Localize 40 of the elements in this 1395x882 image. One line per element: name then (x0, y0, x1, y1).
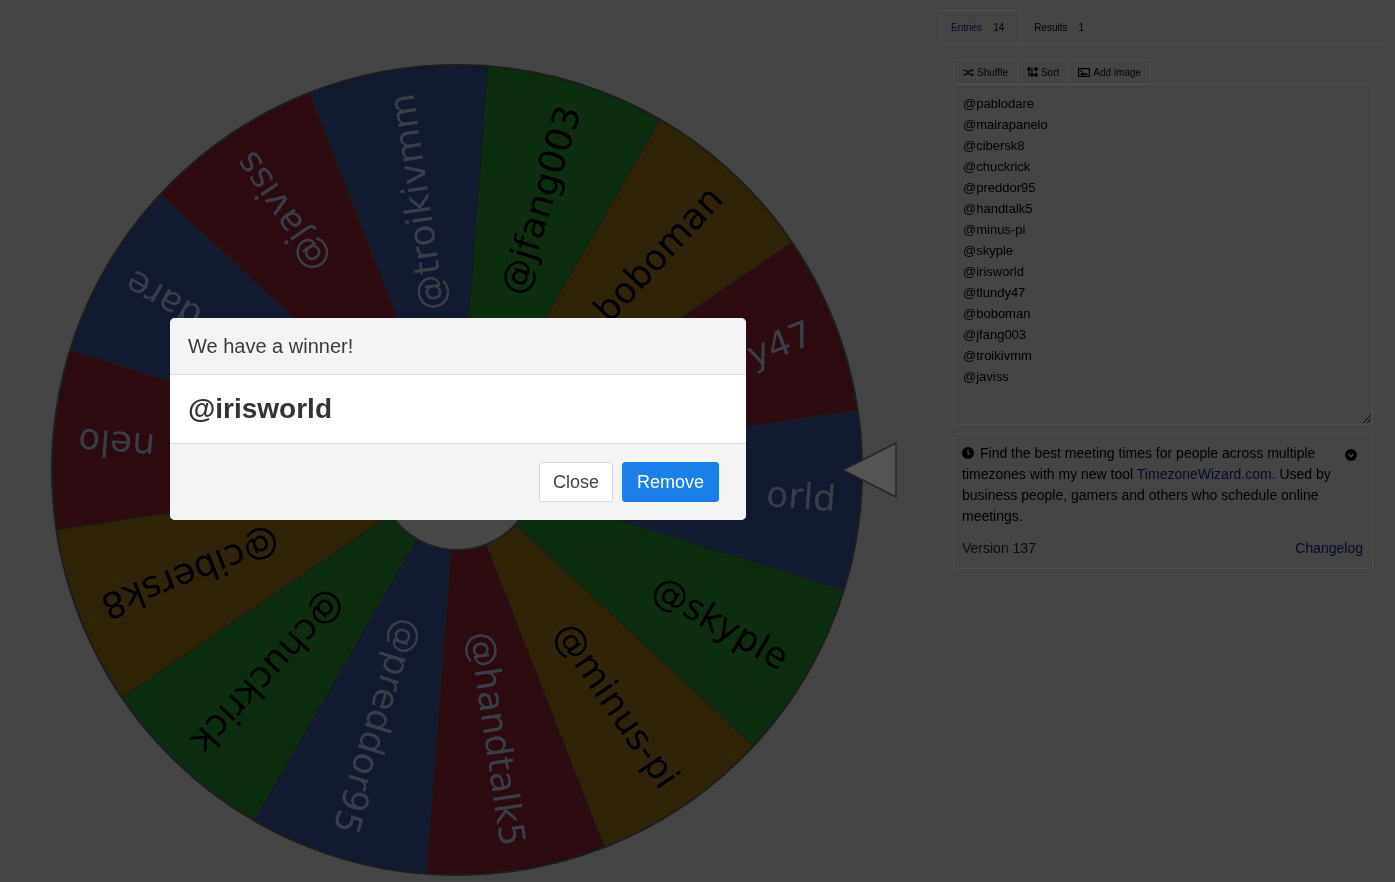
entry-text: @mairapanelo (963, 116, 1048, 134)
entry-text: @minus-pi (963, 221, 1026, 239)
notice-link[interactable]: TimezoneWizard.com (1136, 466, 1272, 482)
entry-text: @javiss (963, 368, 1009, 386)
segment-label: y47 (740, 312, 819, 376)
resize-handle-icon[interactable] (1362, 414, 1371, 423)
version-text: Version 137 (962, 539, 1036, 558)
entry-text: @preddor95 (963, 179, 1036, 197)
entry-text: @irisworld (963, 263, 1024, 281)
entry-text: @troikivmm (963, 347, 1032, 365)
toolbar-button[interactable]: Add image (1068, 60, 1152, 84)
entry-text: @skyple (963, 242, 1014, 260)
winner-name: @irisworld (188, 392, 332, 426)
entry-text: @cibersk8 (963, 137, 1025, 155)
tab[interactable]: Results 1 (1021, 10, 1100, 45)
tab-count: 14 (993, 21, 1005, 35)
chevron-down-icon[interactable] (1345, 449, 1357, 461)
changelog-link[interactable]: Changelog (1295, 538, 1363, 559)
dialog-title: We have a winner! (188, 334, 354, 359)
close-button[interactable]: Close (538, 462, 613, 502)
entry-text: @jfang003 (963, 326, 1027, 344)
entry-text: @pablodare (963, 95, 1035, 113)
image-icon (1078, 67, 1091, 77)
entry-text: @tlundy47 (963, 284, 1026, 302)
toolbar-button[interactable]: Sort (1016, 60, 1070, 84)
toolbar-button[interactable]: Shuffle (953, 60, 1018, 84)
entry-text: @chuckrick (963, 158, 1031, 176)
entry-text: @boboman (963, 305, 1031, 323)
entry-text: @handtalk5 (963, 200, 1033, 218)
tab-count: 1 (1078, 21, 1085, 35)
remove-button[interactable]: Remove (621, 462, 719, 502)
entries-textarea[interactable]: @pablodare @mairapanelo @cibersk8 @chuckrick @preddor95 @handtalk5 @minus-pi @skyple @irisworld @tlundy47 @boboman @jfang003 @troikivmm @javiss (953, 84, 1373, 425)
shuffle-icon (963, 67, 974, 77)
tab[interactable]: Entries 14 (940, 10, 1022, 45)
segment-label: @handtalk5 (460, 628, 534, 849)
sort-icon (1026, 67, 1038, 77)
segment-label: nelo (76, 420, 157, 468)
clock-icon (962, 447, 974, 459)
notice-text: Find the best meeting times for people across multiple timezones with my new tool TimezoneWizard.com. Used by business people, gamers and others who schedule online meetings. (962, 444, 1332, 526)
triangle-icon (841, 441, 897, 499)
